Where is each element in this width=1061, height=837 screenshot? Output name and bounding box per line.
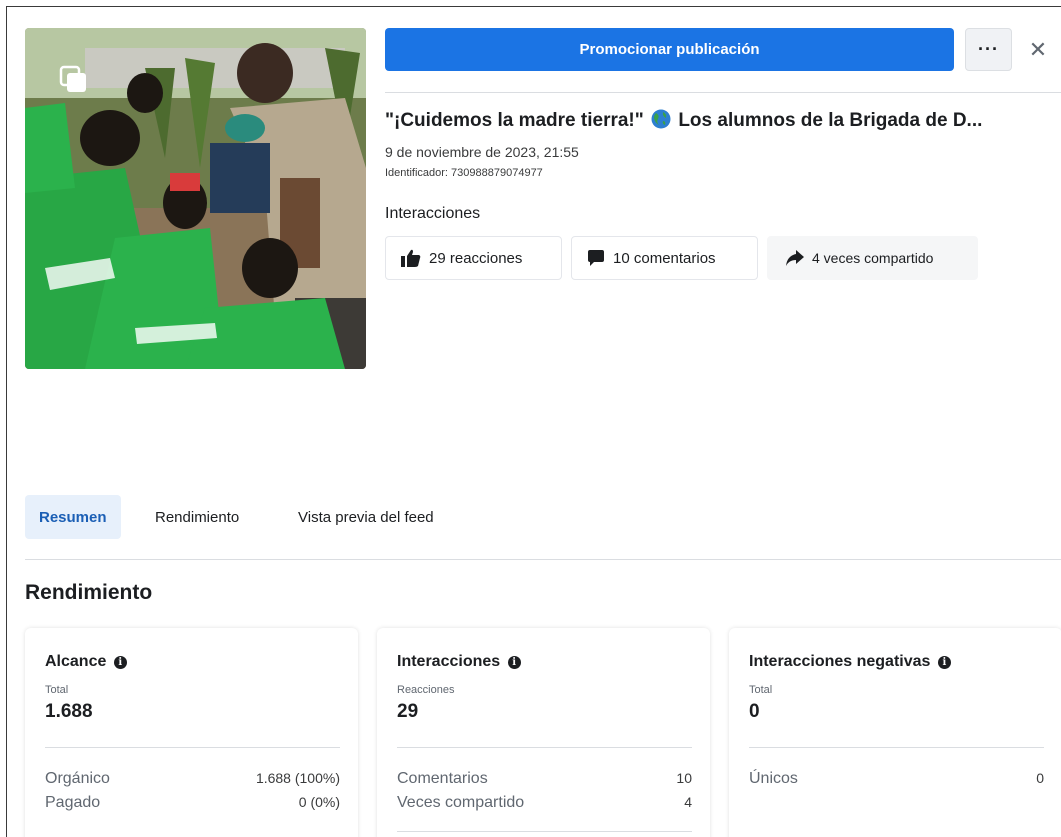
close-button[interactable]: ✕ <box>1023 33 1053 67</box>
row-label: Veces compartido <box>397 794 525 811</box>
card-title-text: Interacciones negativas <box>749 653 931 670</box>
row-value: 0 <box>1036 770 1044 786</box>
post-title: "¡Cuidemos la madre tierra!" Los alumnos… <box>385 109 1061 132</box>
tab-resumen[interactable]: Resumen <box>25 495 121 539</box>
post-insights-panel: Promocionar publicación ··· ✕ "¡Cuidemos… <box>6 6 1061 837</box>
card-divider <box>749 747 1044 748</box>
row-value: 1.688 (100%) <box>255 770 340 786</box>
info-icon[interactable]: i <box>507 656 521 669</box>
more-icon: ··· <box>978 39 999 59</box>
row-value: 4 <box>684 794 692 810</box>
row-label: Únicos <box>749 770 798 787</box>
tab-vista-previa[interactable]: Vista previa del feed <box>284 495 448 539</box>
card-row: Comentarios 10 <box>397 770 692 788</box>
globe-icon <box>651 109 671 129</box>
close-icon: ✕ <box>1028 37 1048 62</box>
card-row: Veces compartido 4 <box>397 794 692 812</box>
reach-card: Alcance i Total 1.688 Orgánico 1.688 (10… <box>25 628 358 837</box>
info-icon[interactable]: i <box>937 656 951 669</box>
card-divider <box>397 747 692 748</box>
card-title: Alcance i <box>45 653 127 671</box>
card-value: 29 <box>397 701 419 722</box>
reactions-button[interactable]: 29 reacciones <box>385 236 562 280</box>
card-value: 1.688 <box>45 701 93 722</box>
card-title-text: Alcance <box>45 653 107 670</box>
tab-rendimiento[interactable]: Rendimiento <box>141 495 253 539</box>
info-icon[interactable]: i <box>113 656 127 669</box>
reactions-count: 29 reacciones <box>429 249 523 267</box>
shares-button[interactable]: 4 veces compartido <box>767 236 978 280</box>
post-title-text: Los alumnos de la Brigada de D... <box>678 110 983 131</box>
comment-icon <box>588 250 604 266</box>
card-title: Interacciones negativas i <box>749 653 951 671</box>
row-label: Orgánico <box>45 770 110 787</box>
multiple-photos-icon <box>59 65 86 92</box>
more-options-button[interactable]: ··· <box>965 28 1012 71</box>
card-row: Únicos 0 <box>749 770 1044 788</box>
tabs-divider <box>25 559 1061 560</box>
card-sublabel: Total <box>45 684 69 696</box>
row-label: Pagado <box>45 794 101 811</box>
card-row: Pagado 0 (0%) <box>45 794 340 812</box>
negative-interactions-card: Interacciones negativas i Total 0 Únicos… <box>729 628 1061 837</box>
card-row: Orgánico 1.688 (100%) <box>45 770 340 788</box>
interactions-heading: Interacciones <box>385 205 481 222</box>
row-value: 0 (0%) <box>298 794 340 810</box>
row-value: 10 <box>676 770 692 786</box>
card-sublabel: Reacciones <box>397 684 455 696</box>
comments-count: 10 comentarios <box>613 249 716 267</box>
interactions-card: Interacciones i Reacciones 29 Comentario… <box>377 628 710 837</box>
card-divider <box>397 831 692 832</box>
promote-post-button[interactable]: Promocionar publicación <box>385 28 954 71</box>
comments-button[interactable]: 10 comentarios <box>571 236 758 280</box>
section-title: Rendimiento <box>25 581 153 604</box>
post-thumbnail[interactable] <box>25 28 366 369</box>
card-divider <box>45 747 340 748</box>
post-title-prefix: "¡Cuidemos la madre tierra!" <box>385 110 644 131</box>
card-title: Interacciones i <box>397 653 521 671</box>
row-label: Comentarios <box>397 770 488 787</box>
card-value: 0 <box>749 701 760 722</box>
card-sublabel: Total <box>749 684 773 696</box>
post-id: Identificador: 730988879074977 <box>385 167 543 179</box>
card-title-text: Interacciones <box>397 653 501 670</box>
thumbs-up-icon <box>401 249 421 267</box>
share-icon <box>786 250 804 266</box>
shares-count: 4 veces compartido <box>812 250 934 266</box>
header-divider <box>385 92 1061 93</box>
post-date: 9 de noviembre de 2023, 21:55 <box>385 144 579 160</box>
